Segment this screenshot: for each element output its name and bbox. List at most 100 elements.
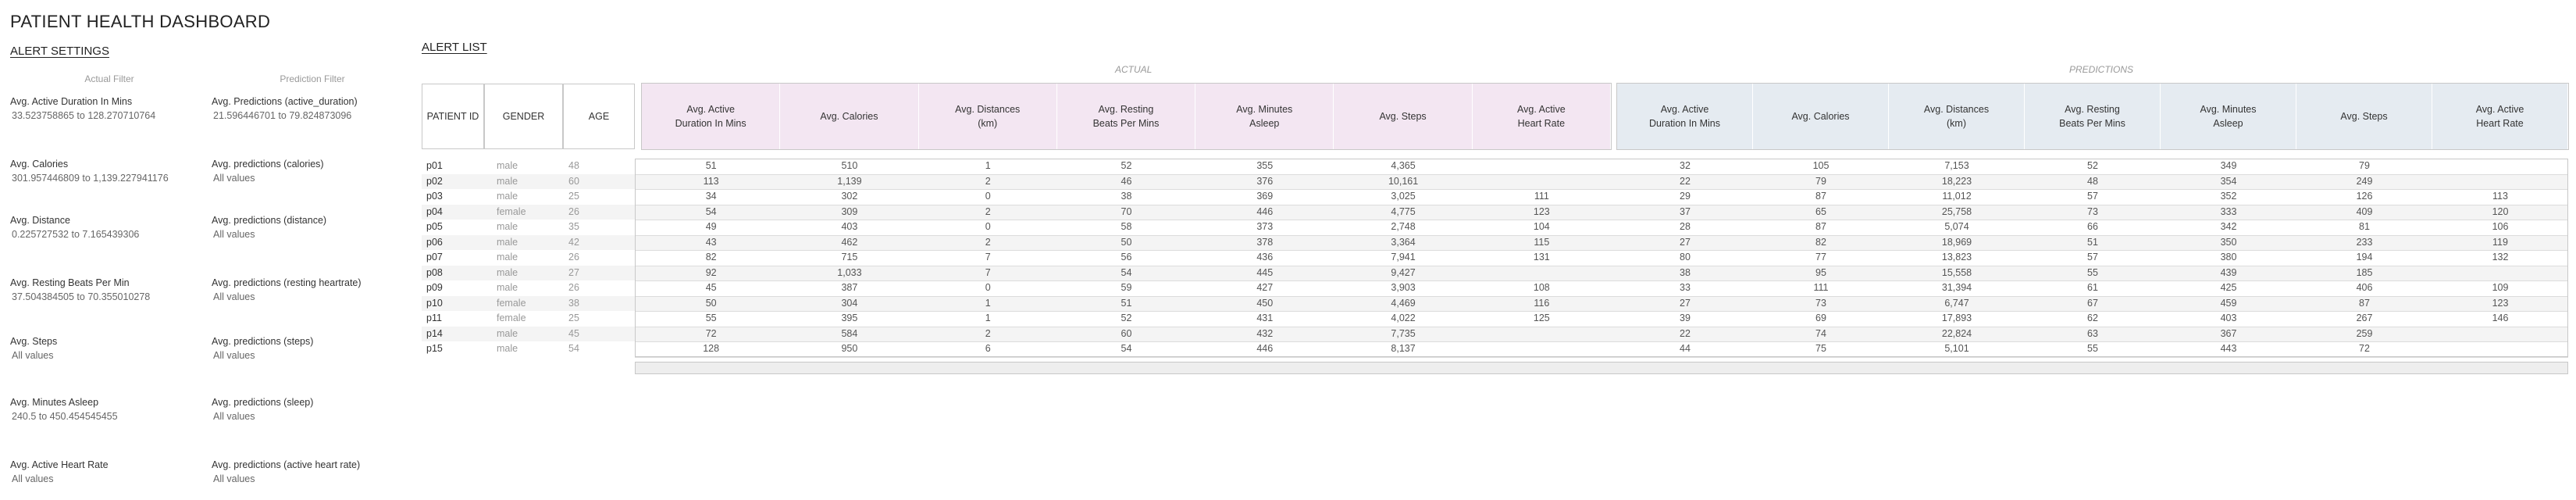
patient-id-cell[interactable]: p08 [426,266,443,280]
actual-header-outline [641,83,1612,150]
actual-value-cell [1473,159,1611,173]
actual-value-cell: 1 [985,160,991,171]
prediction-value-cell: 194 [2356,252,2373,262]
prediction-filter-value[interactable]: All values [213,173,255,184]
prediction-value-cell: 132 [2492,252,2509,262]
actual-value-cell: 7,735 [1391,327,1416,339]
prediction-filter-header: Prediction Filter [280,73,345,84]
prediction-value-cell: 349 [2220,160,2237,171]
actual-value-cell: 432 [1256,327,1274,339]
actual-filter-value[interactable]: 37.504384505 to 70.355010278 [12,291,150,302]
prediction-filter-label: Avg. Predictions (active_duration) [212,96,358,107]
prediction-value-cell: 105 [1812,160,1830,171]
patient-id-cell[interactable]: p07 [426,250,443,265]
column-header[interactable]: PATIENT ID [422,84,484,149]
prediction-value-cell: 38 [1680,266,1691,278]
actual-value-cell: 131 [1533,252,1550,262]
prediction-value-cell: 111 [1813,282,1829,293]
prediction-value-cell: 73 [2087,205,2098,217]
actual-value-cell: 7,941 [1391,252,1416,262]
prediction-value-cell: 15,558 [1941,266,1972,278]
age-cell: 54 [568,343,579,354]
horizontal-scrollbar[interactable] [635,361,2568,374]
patient-id-cell[interactable]: p09 [426,280,443,295]
actual-filter-header: Actual Filter [84,73,134,84]
prediction-filter-label: Avg. predictions (active heart rate) [212,459,361,470]
gender-cell: female [497,205,526,217]
prediction-value-cell: 18,223 [1941,175,1972,187]
prediction-value-cell: 73 [1815,297,1826,309]
prediction-value-cell: 95 [1815,266,1826,278]
patient-id-cell[interactable]: p15 [426,341,443,356]
prediction-filter-value[interactable]: All values [213,350,255,361]
actual-filter-value[interactable]: All values [12,473,54,484]
column-header[interactable]: AGE [563,84,635,149]
prediction-value-cell: 11,012 [1942,191,1972,202]
prediction-value-cell [2432,159,2568,173]
actual-value-cell: 373 [1256,221,1274,232]
prediction-value-cell: 18,969 [1941,236,1972,248]
age-cell: 26 [568,282,579,293]
prediction-value-cell: 55 [2087,266,2098,278]
actual-filter-value[interactable]: All values [12,350,54,361]
prediction-value-cell: 5,074 [1944,221,1969,232]
patient-id-cell[interactable]: p06 [426,235,443,250]
actual-value-cell: 8,137 [1391,343,1416,354]
actual-value-cell: 58 [1121,221,1132,232]
actual-value-cell: 403 [841,221,858,232]
patient-id-cell[interactable]: p05 [426,220,443,234]
actual-filter-label: Avg. Steps [10,336,58,347]
patient-id-cell[interactable]: p02 [426,174,443,189]
actual-value-cell: 1,139 [837,175,862,187]
prediction-filter-label: Avg. predictions (sleep) [212,397,314,408]
actual-value-cell: 46 [1121,175,1132,187]
prediction-value-cell: 409 [2356,205,2373,217]
patient-id-cell[interactable]: p14 [426,327,443,341]
prediction-filter-value[interactable]: All values [213,291,255,302]
prediction-filter-value[interactable]: 21.596446701 to 79.824873096 [213,110,351,121]
actual-filter-value[interactable]: 240.5 to 450.454545455 [12,411,118,422]
patient-id-cell[interactable]: p11 [426,311,442,326]
actual-value-cell: 436 [1256,252,1274,262]
actual-filter-value[interactable]: 33.523758865 to 128.270710764 [12,110,155,121]
actual-value-cell: 4,365 [1391,160,1416,171]
actual-value-cell: 54 [705,205,717,217]
actual-value-cell: 2,748 [1391,221,1416,232]
predictions-group-label: PREDICTIONS [2069,64,2134,75]
prediction-value-cell: 33 [1680,282,1691,293]
prediction-value-cell: 267 [2356,312,2373,323]
prediction-value-cell: 459 [2220,297,2237,309]
actual-filter-value[interactable]: 301.957446809 to 1,139.227941176 [12,173,169,184]
patient-id-cell[interactable]: p10 [426,296,443,311]
prediction-filter-value[interactable]: All values [213,411,255,422]
actual-value-cell: 950 [841,343,858,354]
prediction-value-cell: 22 [1680,175,1691,187]
patient-id-cell[interactable]: p04 [426,205,443,220]
gender-cell: male [497,160,518,171]
prediction-value-cell [2432,266,2568,280]
prediction-value-cell: 120 [2492,205,2509,217]
actual-value-cell: 2 [985,236,991,248]
prediction-value-cell: 52 [2087,160,2098,171]
prediction-filter-value[interactable]: All values [213,229,255,240]
prediction-value-cell: 29 [1680,191,1691,202]
prediction-value-cell: 22,824 [1941,327,1972,339]
patient-id-cell[interactable]: p01 [426,159,443,173]
actual-filter-value[interactable]: 0.225727532 to 7.165439306 [12,229,139,240]
prediction-filter-value[interactable]: All values [213,473,255,484]
actual-value-cell: 45 [705,282,717,293]
gender-cell: male [497,236,518,248]
prediction-value-cell: 6,747 [1944,297,1969,309]
prediction-value-cell: 87 [2359,297,2370,309]
actual-value-cell: 113 [703,175,719,187]
patient-id-cell[interactable]: p03 [426,189,443,204]
actual-value-cell: 446 [1256,205,1274,217]
column-header[interactable]: GENDER [484,84,563,149]
actual-value-cell: 0 [985,191,991,202]
actual-value-cell: 2 [985,327,991,339]
prediction-value-cell: 106 [2492,221,2509,232]
prediction-value-cell: 233 [2356,236,2373,248]
actual-value-cell: 378 [1256,236,1274,248]
prediction-value-cell: 32 [1680,160,1691,171]
prediction-value-cell: 406 [2356,282,2373,293]
